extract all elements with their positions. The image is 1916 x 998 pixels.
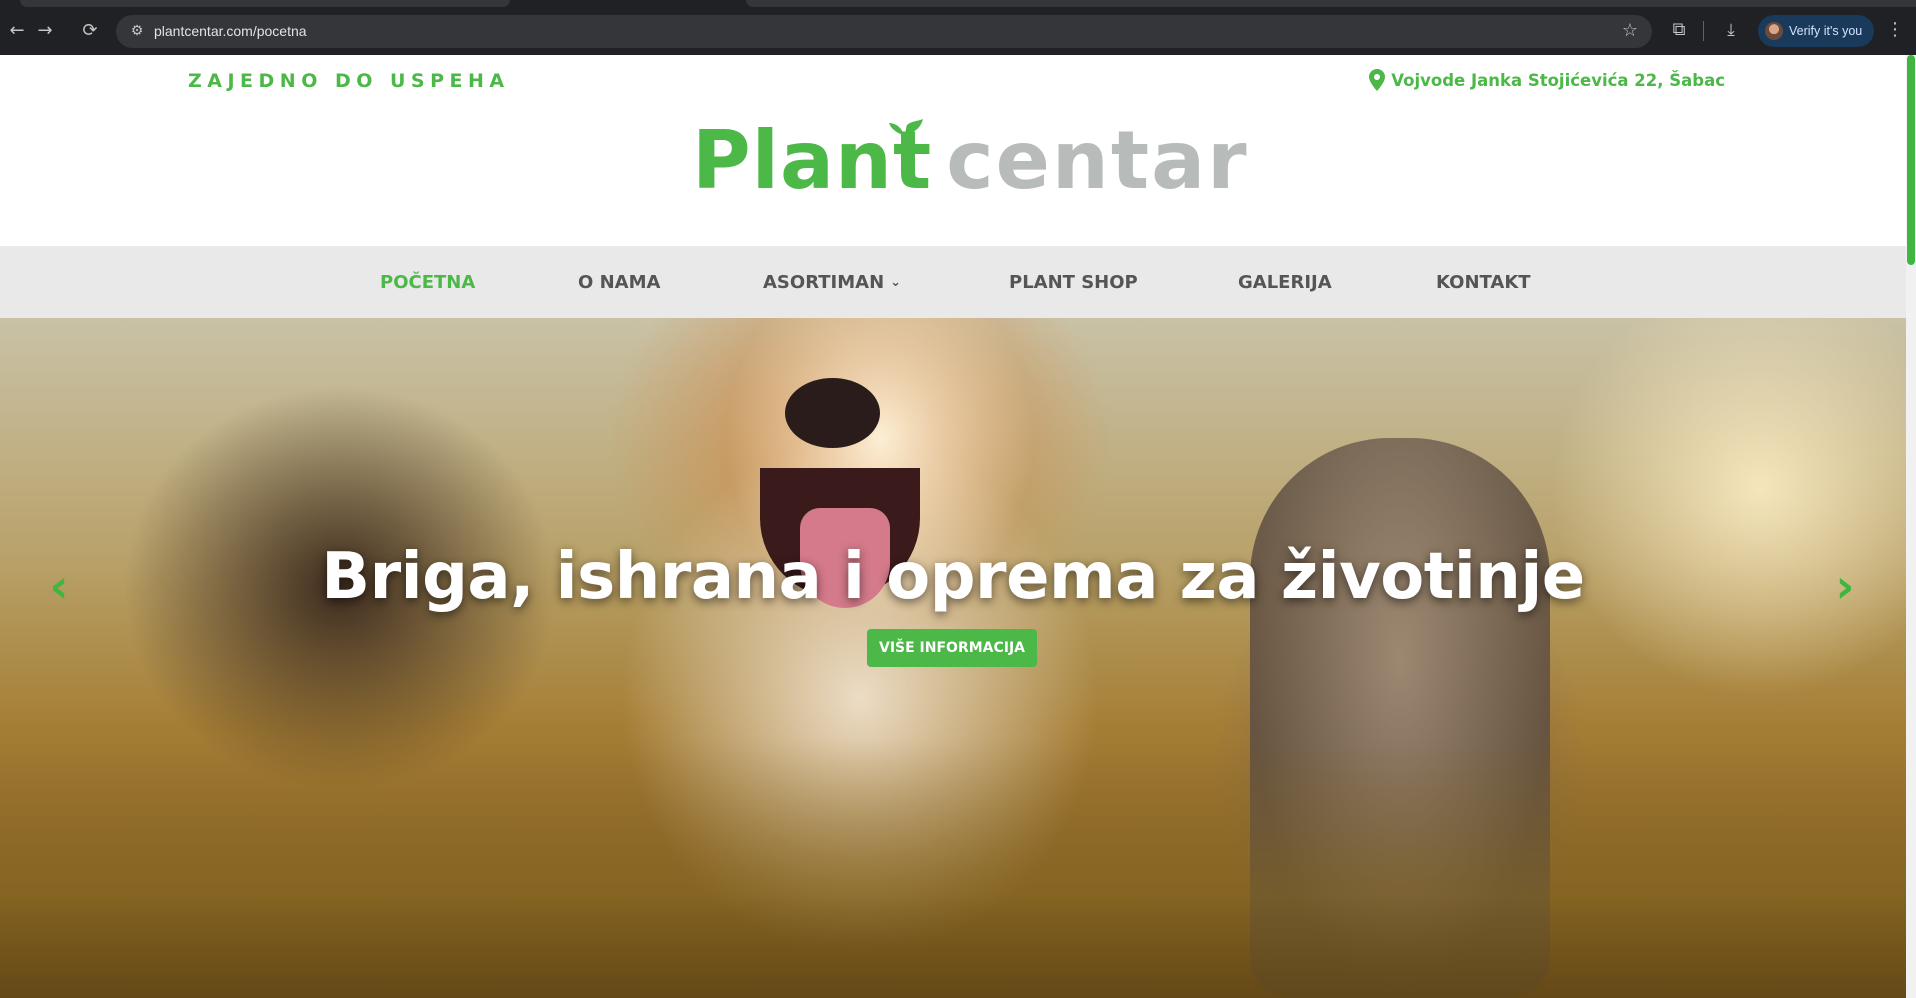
address-bar[interactable]: ⚙ plantcentar.com/pocetna ☆ <box>116 15 1652 48</box>
chevron-down-icon: ⌄ <box>890 275 902 290</box>
hero-image-grass <box>0 738 1906 998</box>
tab-strip <box>0 0 1916 10</box>
forward-icon[interactable]: → <box>32 18 58 44</box>
logo-text-centar: centar <box>946 114 1249 207</box>
download-icon[interactable]: ⤓ <box>1719 18 1743 42</box>
browser-tab-active[interactable] <box>746 0 1916 7</box>
web-page: ZAJEDNO DO USPEHA Vojvode Janka Stojićev… <box>0 55 1906 998</box>
profile-label: Verify it's you <box>1789 24 1863 38</box>
browser-tab[interactable] <box>20 0 510 7</box>
hero-image-dog-nose <box>785 378 880 448</box>
slider-prev-arrow-icon[interactable]: ‹ <box>42 561 76 611</box>
store-address[interactable]: Vojvode Janka Stojićevića 22, Šabac <box>1369 69 1725 91</box>
browser-chrome: ← → ⟳ ⚙ plantcentar.com/pocetna ☆ ⧉ ⤓ Ve… <box>0 0 1916 55</box>
back-icon[interactable]: ← <box>4 18 30 44</box>
toolbar-divider <box>1703 21 1704 41</box>
slider-next-arrow-icon[interactable]: › <box>1828 561 1862 611</box>
site-tagline: ZAJEDNO DO USPEHA <box>188 70 510 92</box>
location-pin-icon <box>1369 69 1386 91</box>
nav-item-asortiman-label: ASORTIMAN <box>763 272 885 293</box>
site-settings-icon[interactable]: ⚙ <box>128 22 146 40</box>
nav-item-galerija[interactable]: GALERIJA <box>1238 272 1332 294</box>
avatar <box>1765 22 1783 40</box>
nav-item-plant-shop[interactable]: PLANT SHOP <box>1009 272 1138 294</box>
bookmark-star-icon[interactable]: ☆ <box>1622 20 1638 42</box>
hero-image-light <box>1550 318 1906 698</box>
reload-icon[interactable]: ⟳ <box>77 18 103 44</box>
more-info-button[interactable]: VIŠE INFORMACIJA <box>867 629 1037 667</box>
nav-item-asortiman[interactable]: ASORTIMAN ⌄ <box>763 272 901 294</box>
site-logo[interactable]: Plant centar <box>692 119 1249 201</box>
url-text[interactable]: plantcentar.com/pocetna <box>154 22 307 40</box>
nav-item-kontakt[interactable]: KONTAKT <box>1436 272 1531 294</box>
nav-item-pocetna[interactable]: POČETNA <box>380 272 475 294</box>
main-navigation: POČETNA O NAMA ASORTIMAN ⌄ PLANT SHOP GAL… <box>0 246 1906 318</box>
page-scrollbar[interactable] <box>1906 55 1916 998</box>
profile-button[interactable]: Verify it's you <box>1758 15 1874 47</box>
nav-item-o-nama[interactable]: O NAMA <box>578 272 660 294</box>
browser-menu-icon[interactable]: ⋮ <box>1884 18 1906 42</box>
hero-title: Briga, ishrana i oprema za životinje <box>321 540 1585 614</box>
scrollbar-thumb[interactable] <box>1907 55 1915 265</box>
leaf-icon <box>889 119 923 149</box>
address-text: Vojvode Janka Stojićevića 22, Šabac <box>1391 70 1725 90</box>
hero-slider: Briga, ishrana i oprema za životinje VIŠ… <box>0 318 1906 998</box>
extensions-icon[interactable]: ⧉ <box>1667 18 1691 42</box>
